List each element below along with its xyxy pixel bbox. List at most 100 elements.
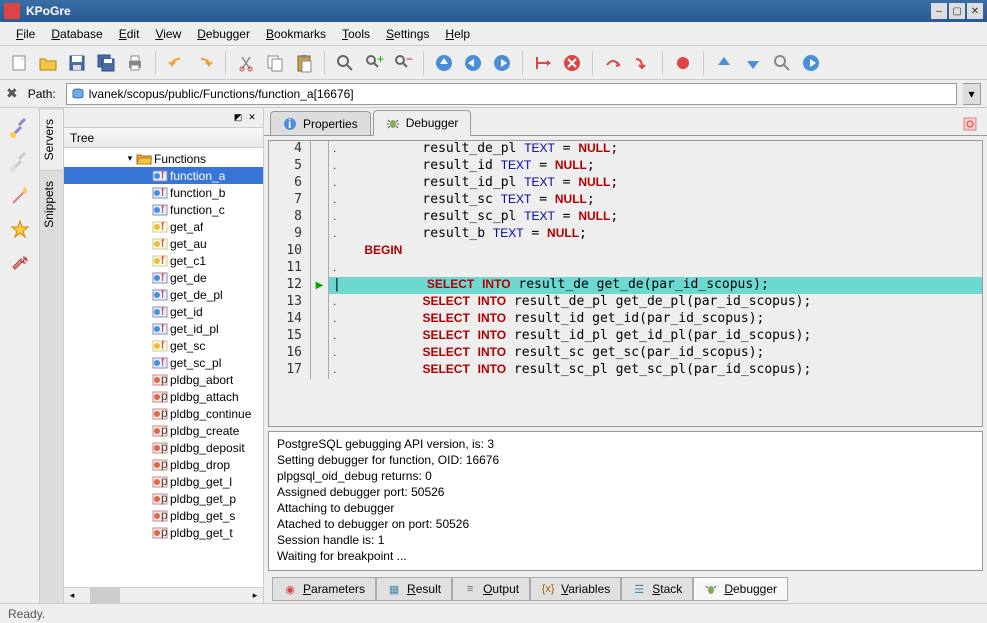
menu-help[interactable]: Help <box>437 25 478 43</box>
wand-icon[interactable] <box>4 180 36 212</box>
tree-item[interactable]: ppldbg_abort <box>64 371 263 388</box>
expand-button[interactable] <box>711 50 737 76</box>
save-all-button[interactable] <box>93 50 119 76</box>
gutter-marker[interactable] <box>311 192 329 209</box>
tree-item[interactable]: fget_af <box>64 218 263 235</box>
maximize-button[interactable]: ▢ <box>949 3 965 19</box>
tabstrip-config-icon[interactable] <box>959 113 981 135</box>
nav-forward-button[interactable] <box>489 50 515 76</box>
run-to-cursor-button[interactable] <box>530 50 556 76</box>
code-line[interactable]: 9. result_b TEXT = NULL; <box>269 226 982 243</box>
menu-tools[interactable]: Tools <box>334 25 378 43</box>
tree-item[interactable]: ppldbg_get_p <box>64 490 263 507</box>
tree-item[interactable]: ffunction_c <box>64 201 263 218</box>
gutter-marker[interactable] <box>311 260 329 277</box>
undo-button[interactable] <box>163 50 189 76</box>
stop-button[interactable] <box>559 50 585 76</box>
gutter-marker[interactable] <box>311 277 329 294</box>
tree-item[interactable]: ppldbg_get_s <box>64 507 263 524</box>
tree-item[interactable]: ppldbg_get_t <box>64 524 263 541</box>
path-input[interactable]: lvanek/scopus/public/Functions/function_… <box>66 83 957 105</box>
path-clear-icon[interactable]: ✖ <box>6 85 18 102</box>
tab-properties[interactable]: i Properties <box>270 111 371 135</box>
tree-item[interactable]: ppldbg_create <box>64 422 263 439</box>
btab-debugger[interactable]: Debugger <box>693 577 788 601</box>
tree-item[interactable]: ppldbg_continue <box>64 405 263 422</box>
tree-item[interactable]: fget_de <box>64 269 263 286</box>
nav-up-button[interactable] <box>431 50 457 76</box>
tree-item[interactable]: fget_de_pl <box>64 286 263 303</box>
sidebar-close-icon[interactable]: ✕ <box>245 111 259 125</box>
tree-folder-functions[interactable]: ▾Functions <box>64 150 263 167</box>
code-line[interactable]: 7. result_sc TEXT = NULL; <box>269 192 982 209</box>
menu-edit[interactable]: Edit <box>111 25 148 43</box>
code-line[interactable]: 8. result_sc_pl TEXT = NULL; <box>269 209 982 226</box>
code-editor[interactable]: 4. result_de_pl TEXT = NULL;5. result_id… <box>268 140 983 427</box>
print-button[interactable] <box>122 50 148 76</box>
menu-bookmarks[interactable]: Bookmarks <box>258 25 334 43</box>
tree-item[interactable]: fget_sc <box>64 337 263 354</box>
gutter-marker[interactable] <box>311 345 329 362</box>
code-line[interactable]: 11. <box>269 260 982 277</box>
path-dropdown[interactable]: ▾ <box>963 83 981 105</box>
tree-item[interactable]: ppldbg_get_l <box>64 473 263 490</box>
gutter-marker[interactable] <box>311 141 329 158</box>
btab-stack[interactable]: ☰ Stack <box>621 577 693 601</box>
tree-item[interactable]: ppldbg_deposit <box>64 439 263 456</box>
btab-parameters[interactable]: ◉ Parameters <box>272 577 376 601</box>
open-button[interactable] <box>35 50 61 76</box>
gutter-marker[interactable] <box>311 362 329 379</box>
menu-database[interactable]: Database <box>43 25 110 43</box>
tree-item[interactable]: ppldbg_drop <box>64 456 263 473</box>
wrench-icon[interactable] <box>4 248 36 280</box>
code-line[interactable]: 13. SELECT INTO result_de_pl get_de_pl(p… <box>269 294 982 311</box>
code-line[interactable]: 17. SELECT INTO result_sc_pl get_sc_pl(p… <box>269 362 982 379</box>
step-over-button[interactable] <box>600 50 626 76</box>
copy-button[interactable] <box>262 50 288 76</box>
tree-item[interactable]: ppldbg_attach <box>64 388 263 405</box>
go-button[interactable] <box>798 50 824 76</box>
save-button[interactable] <box>64 50 90 76</box>
tree-hscrollbar[interactable]: ◂ ▸ <box>64 587 263 603</box>
paste-button[interactable] <box>291 50 317 76</box>
gutter-marker[interactable] <box>311 226 329 243</box>
sidebar-detach-icon[interactable]: ◩ <box>231 111 245 125</box>
nav-back-button[interactable] <box>460 50 486 76</box>
minimize-button[interactable]: – <box>931 3 947 19</box>
tree-item[interactable]: ffunction_a <box>64 167 263 184</box>
code-line[interactable]: 12| SELECT INTO result_de get_de(par_id_… <box>269 277 982 294</box>
close-button[interactable]: ✕ <box>967 3 983 19</box>
gutter-marker[interactable] <box>311 175 329 192</box>
search-db-button[interactable] <box>769 50 795 76</box>
btab-output[interactable]: ≡ Output <box>452 577 530 601</box>
menu-file[interactable]: File <box>8 25 43 43</box>
find-next-button[interactable]: + <box>361 50 387 76</box>
code-line[interactable]: 4. result_de_pl TEXT = NULL; <box>269 141 982 158</box>
gutter-marker[interactable] <box>311 328 329 345</box>
code-line[interactable]: 15. SELECT INTO result_id_pl get_id_pl(p… <box>269 328 982 345</box>
disconnect-icon[interactable] <box>4 146 36 178</box>
tree-item[interactable]: fget_c1 <box>64 252 263 269</box>
gutter-marker[interactable] <box>311 209 329 226</box>
code-line[interactable]: 14. SELECT INTO result_id get_id(par_id_… <box>269 311 982 328</box>
btab-variables[interactable]: {x} Variables <box>530 577 621 601</box>
code-line[interactable]: 16. SELECT INTO result_sc get_sc(par_id_… <box>269 345 982 362</box>
bookmark-icon[interactable] <box>4 214 36 246</box>
output-console[interactable]: PostgreSQL gebugging API version, is: 3S… <box>268 431 983 571</box>
menu-settings[interactable]: Settings <box>378 25 437 43</box>
code-line[interactable]: 5. result_id TEXT = NULL; <box>269 158 982 175</box>
find-button[interactable] <box>332 50 358 76</box>
find-prev-button[interactable]: − <box>390 50 416 76</box>
gutter-marker[interactable] <box>311 158 329 175</box>
menu-view[interactable]: View <box>147 25 189 43</box>
redo-button[interactable] <box>192 50 218 76</box>
tree-item[interactable]: fget_sc_pl <box>64 354 263 371</box>
code-line[interactable]: 10 BEGIN <box>269 243 982 260</box>
collapse-button[interactable] <box>740 50 766 76</box>
step-into-button[interactable] <box>629 50 655 76</box>
gutter-marker[interactable] <box>311 311 329 328</box>
vtab-servers[interactable]: Servers <box>40 108 63 170</box>
tree-column-header[interactable]: Tree <box>64 128 263 148</box>
tab-debugger[interactable]: Debugger <box>373 110 472 136</box>
connect-icon[interactable] <box>4 112 36 144</box>
